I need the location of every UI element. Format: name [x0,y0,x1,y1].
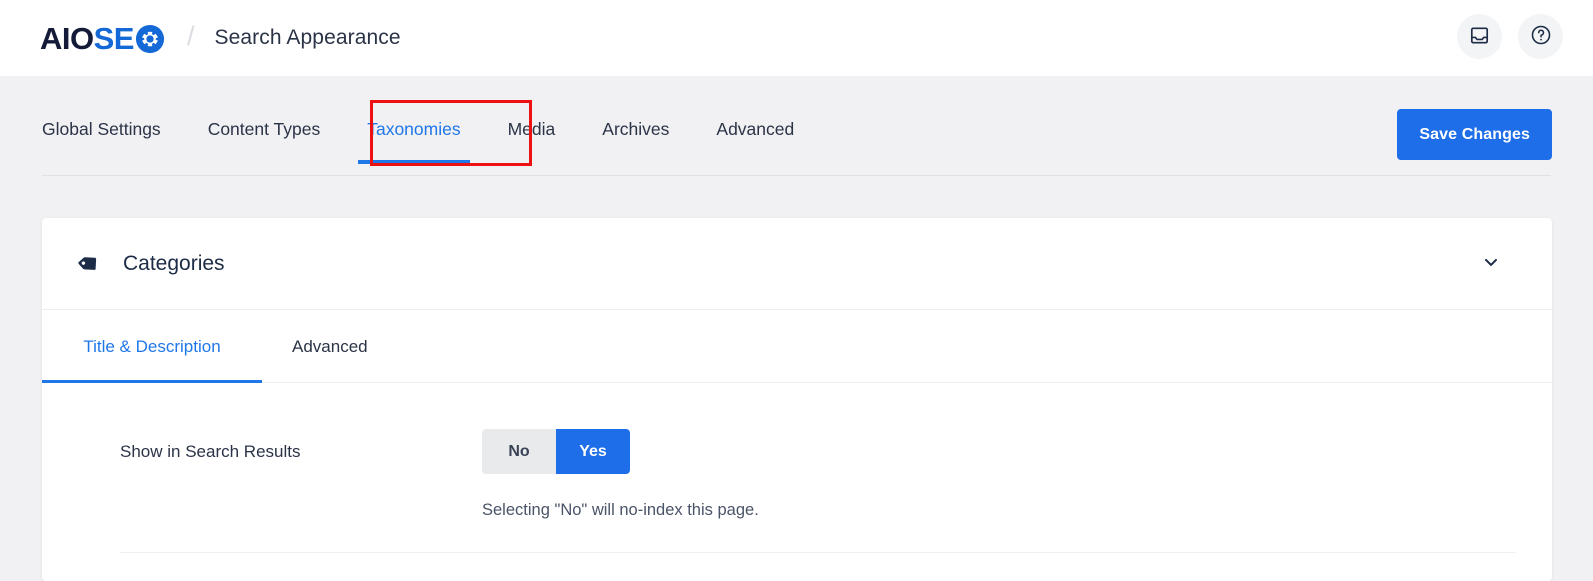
card-header[interactable]: Categories [42,218,1552,310]
tab-content-types[interactable]: Content Types [208,100,321,164]
inbox-icon [1469,25,1490,49]
header-actions [1457,14,1563,59]
card-subtab-list: Title & Description Advanced [42,310,1552,383]
tab-taxonomies[interactable]: Taxonomies [358,100,471,164]
primary-nav: Global Settings Content Types Taxonomies… [0,76,1593,176]
brand-block: AIO SE / Search Appearance [40,20,401,54]
help-icon [1530,24,1552,49]
nav-divider [42,175,1551,176]
save-changes-button[interactable]: Save Changes [1397,109,1552,160]
toggle-option-yes[interactable]: Yes [556,429,630,474]
help-button[interactable] [1518,14,1563,59]
app-header: AIO SE / Search Appearance [0,0,1593,76]
chevron-down-icon [1481,252,1501,275]
setting-row-divider [120,552,1516,553]
setting-help-text: Selecting "No" will no-index this page. [482,501,759,519]
setting-label: Show in Search Results [120,442,301,461]
subtab-title-description[interactable]: Title & Description [42,310,262,383]
categories-card: Categories Title & Description Advanced … [42,218,1552,581]
subtab-advanced[interactable]: Advanced [262,310,398,383]
tab-archives[interactable]: Archives [602,100,669,164]
logo-text-seo: SE [93,20,135,56]
toggle-option-no[interactable]: No [482,429,556,474]
setting-control: No Yes Selecting "No" will no-index this… [482,429,1516,520]
tab-global-settings[interactable]: Global Settings [42,100,161,164]
gear-icon [135,24,165,54]
breadcrumb-separator: / [186,20,195,51]
logo-text-aio: AIO [40,20,94,56]
aioseo-logo[interactable]: AIO SE [40,23,165,54]
setting-row-show-in-search-results: Show in Search Results No Yes Selecting … [78,383,1516,553]
collapse-toggle-button[interactable] [1478,251,1504,277]
page-title: Search Appearance [214,26,401,49]
card-title: Categories [123,251,225,275]
tab-advanced[interactable]: Advanced [716,100,794,164]
tab-list: Global Settings Content Types Taxonomies… [42,100,794,176]
notifications-button[interactable] [1457,14,1502,59]
show-in-search-results-toggle[interactable]: No Yes [482,429,630,474]
tag-icon [78,252,101,275]
tab-media[interactable]: Media [508,100,556,164]
card-body: Show in Search Results No Yes Selecting … [42,383,1552,553]
